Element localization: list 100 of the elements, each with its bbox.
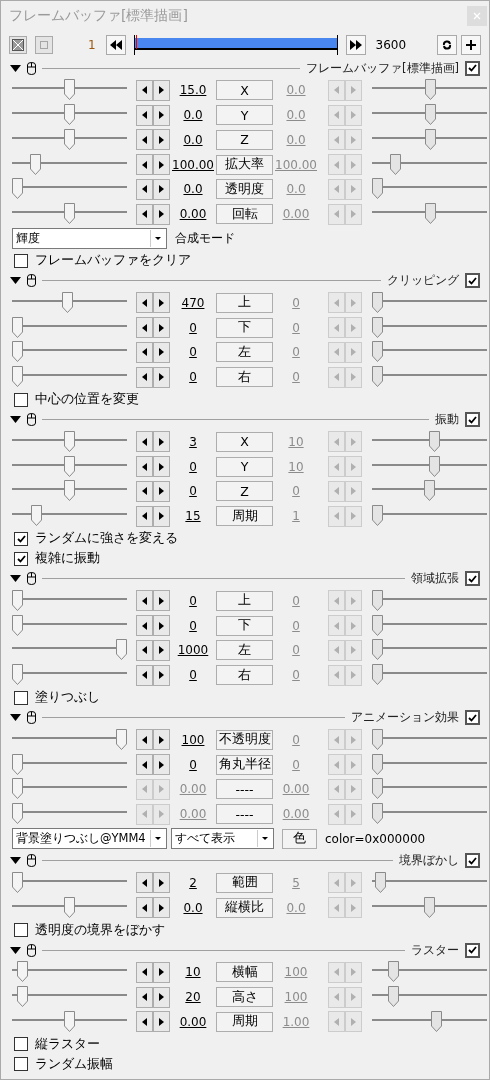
checkbox[interactable] (14, 923, 28, 937)
slider-thumb[interactable] (64, 203, 75, 225)
add-button[interactable] (461, 34, 481, 55)
increase-button[interactable] (153, 104, 170, 126)
increase-button[interactable] (153, 341, 170, 363)
decrease-button[interactable] (136, 292, 153, 314)
slider-thumb[interactable] (425, 104, 437, 126)
slider-thumb[interactable] (64, 896, 75, 918)
decrease-button[interactable] (136, 961, 153, 983)
expand-triangle-icon[interactable] (10, 857, 21, 864)
increase-button[interactable] (153, 754, 170, 776)
slider-thumb[interactable] (375, 871, 387, 893)
slider-thumb[interactable] (389, 153, 401, 175)
parameter-button[interactable]: Z (216, 481, 273, 502)
enable-checkbox[interactable] (465, 273, 480, 288)
increase-button[interactable] (153, 615, 170, 637)
expand-triangle-icon[interactable] (10, 416, 21, 423)
increase-button[interactable] (153, 590, 170, 612)
checkbox[interactable] (14, 551, 28, 566)
start-value[interactable]: 3 (170, 434, 216, 449)
slider-thumb[interactable] (425, 128, 437, 150)
parameter-button[interactable]: Y (216, 456, 273, 477)
checkbox[interactable] (14, 690, 28, 705)
slider-thumb[interactable] (425, 79, 437, 101)
parameter-button[interactable]: 角丸半径 (216, 754, 273, 775)
start-value[interactable]: 100.00 (170, 157, 216, 172)
slider-thumb[interactable] (12, 871, 23, 893)
slider-thumb[interactable] (429, 455, 441, 477)
parameter-button[interactable]: 右 (216, 367, 273, 388)
checkbox[interactable] (14, 392, 28, 407)
decrease-button[interactable] (136, 456, 153, 478)
increase-button[interactable] (153, 178, 170, 200)
slider-thumb[interactable] (372, 753, 383, 775)
start-value[interactable]: 0 (170, 618, 216, 633)
parameter-button[interactable]: 高さ (216, 987, 273, 1008)
increase-button[interactable] (153, 366, 170, 388)
decrease-button[interactable] (136, 639, 153, 661)
slider-thumb[interactable] (12, 178, 23, 200)
dropdown[interactable]: すべて表示 (171, 828, 274, 849)
enable-checkbox[interactable] (465, 942, 480, 958)
slider-thumb[interactable] (29, 153, 41, 175)
slider-thumb[interactable] (12, 614, 23, 636)
increase-button[interactable] (153, 961, 170, 983)
increase-button[interactable] (153, 154, 170, 176)
expand-triangle-icon[interactable] (10, 714, 21, 721)
increase-button[interactable] (153, 79, 170, 101)
increase-button[interactable] (153, 639, 170, 661)
slider-thumb[interactable] (64, 430, 75, 452)
parameter-button[interactable]: Z (216, 129, 273, 150)
slider-thumb[interactable] (30, 505, 42, 527)
parameter-button[interactable]: 右 (216, 665, 273, 686)
decrease-button[interactable] (136, 178, 153, 200)
increase-button[interactable] (153, 431, 170, 453)
increase-button[interactable] (153, 897, 170, 919)
slider-thumb[interactable] (64, 1010, 75, 1032)
decrease-button[interactable] (136, 317, 153, 339)
slider-thumb[interactable] (12, 589, 23, 611)
slider-thumb[interactable] (17, 961, 29, 983)
parameter-button[interactable]: 左 (216, 342, 273, 363)
increase-button[interactable] (153, 664, 170, 686)
color-button[interactable]: 色 (282, 828, 317, 849)
start-value[interactable]: 0.00 (170, 207, 216, 222)
dropdown[interactable]: 輝度 (12, 228, 167, 249)
decrease-button[interactable] (136, 897, 153, 919)
increase-button[interactable] (153, 480, 170, 502)
slider-thumb[interactable] (372, 664, 383, 686)
start-value[interactable]: 0 (170, 593, 216, 608)
playhead-marker[interactable] (135, 34, 137, 49)
decrease-button[interactable] (136, 615, 153, 637)
parameter-button[interactable]: 縦横比 (216, 897, 273, 918)
increase-button[interactable] (153, 456, 170, 478)
slider-thumb[interactable] (372, 589, 383, 611)
decrease-button[interactable] (136, 590, 153, 612)
start-value[interactable]: 15 (170, 509, 216, 524)
jump-start-button[interactable] (105, 34, 126, 55)
slider-thumb[interactable] (372, 291, 383, 313)
start-value[interactable]: 0 (170, 320, 216, 335)
start-value[interactable]: 0.0 (170, 108, 216, 123)
increase-button[interactable] (153, 986, 170, 1008)
slider-thumb[interactable] (429, 430, 441, 452)
start-value[interactable]: 0 (170, 370, 216, 385)
slider-thumb[interactable] (64, 128, 75, 150)
decrease-button[interactable] (136, 986, 153, 1008)
parameter-button[interactable]: 下 (216, 317, 273, 338)
decrease-button[interactable] (136, 664, 153, 686)
parameter-button[interactable]: 周期 (216, 506, 273, 527)
expand-triangle-icon[interactable] (10, 64, 21, 72)
slider-thumb[interactable] (387, 961, 399, 983)
slider-thumb[interactable] (116, 639, 127, 661)
slider-thumb[interactable] (372, 316, 383, 338)
start-value[interactable]: 2 (170, 875, 216, 890)
increase-button[interactable] (153, 203, 170, 225)
start-value[interactable]: 100 (170, 732, 216, 747)
decrease-button[interactable] (136, 480, 153, 502)
parameter-button[interactable]: 不透明度 (216, 729, 273, 750)
expand-triangle-icon[interactable] (10, 575, 21, 582)
enable-checkbox[interactable] (465, 571, 480, 586)
start-value[interactable]: 470 (170, 295, 216, 310)
checkbox[interactable] (14, 1037, 28, 1052)
slider-thumb[interactable] (64, 104, 75, 126)
